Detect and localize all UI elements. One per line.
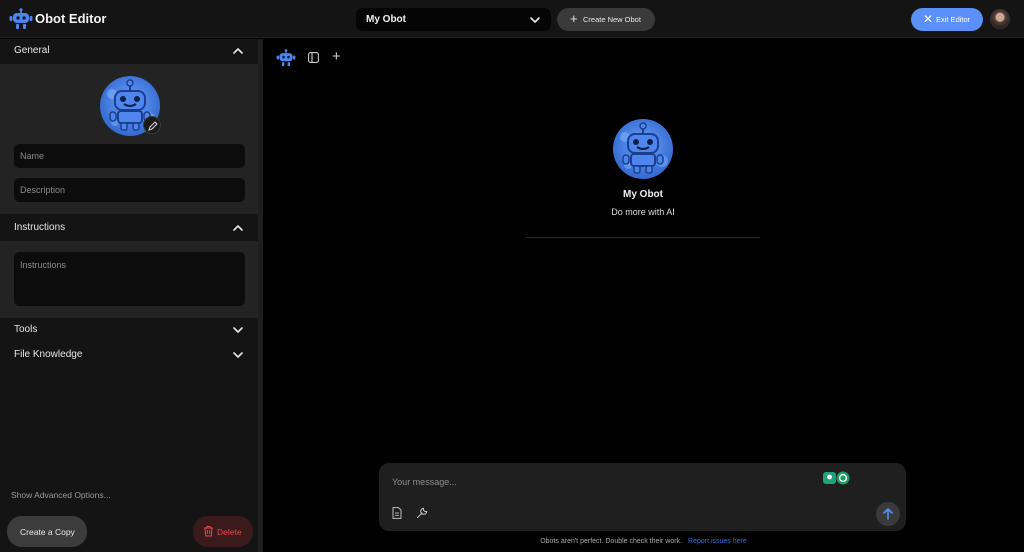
obot-logo-icon bbox=[9, 8, 33, 30]
chevron-up-icon bbox=[232, 45, 244, 57]
description-field[interactable]: Description bbox=[14, 178, 245, 202]
tools-section-header[interactable]: Tools bbox=[0, 318, 258, 343]
send-button[interactable] bbox=[876, 502, 900, 526]
edit-avatar-button[interactable] bbox=[143, 116, 161, 134]
sidebar-panel-icon[interactable] bbox=[308, 52, 319, 63]
general-section-header[interactable]: General bbox=[0, 39, 258, 64]
create-new-obot-label: Create New Obot bbox=[583, 15, 641, 24]
trash-icon bbox=[204, 526, 213, 537]
description-placeholder: Description bbox=[20, 185, 66, 195]
report-issues-link[interactable]: Report issues here bbox=[688, 538, 747, 545]
delete-button[interactable]: Delete bbox=[193, 516, 253, 547]
instructions-section-header[interactable]: Instructions bbox=[0, 216, 258, 241]
top-bar: Obot Editor My Obot + Create New Obot ✕ … bbox=[0, 0, 1024, 38]
chevron-up-icon bbox=[232, 222, 244, 234]
bot-description: Do more with AI bbox=[611, 207, 675, 217]
bot-name: My Obot bbox=[623, 189, 663, 200]
chevron-down-icon bbox=[529, 14, 541, 26]
arrow-up-icon bbox=[883, 508, 893, 520]
obot-selector[interactable]: My Obot bbox=[356, 8, 551, 31]
message-input[interactable]: Your message... bbox=[392, 477, 457, 487]
instructions-textarea[interactable]: Instructions bbox=[14, 252, 245, 306]
disclaimer: Obots aren't perfect. Double check their… bbox=[263, 538, 1024, 545]
delete-label: Delete bbox=[217, 527, 242, 537]
create-new-obot-button[interactable]: + Create New Obot bbox=[557, 8, 655, 31]
name-field[interactable]: Name bbox=[14, 144, 245, 168]
disclaimer-text: Obots aren't perfect. Double check their… bbox=[540, 538, 683, 545]
instructions-placeholder: Instructions bbox=[20, 260, 67, 270]
name-placeholder: Name bbox=[20, 151, 45, 161]
extension-badge-icon[interactable] bbox=[823, 471, 851, 485]
editor-sidebar: General Name Description Instructions In… bbox=[0, 39, 258, 552]
instructions-section-title: Instructions bbox=[14, 222, 66, 233]
divider bbox=[526, 237, 760, 238]
instructions-section-body: Instructions bbox=[0, 241, 258, 318]
obot-logo-icon[interactable] bbox=[276, 49, 296, 67]
user-avatar[interactable] bbox=[990, 9, 1010, 29]
general-section-title: General bbox=[14, 45, 50, 56]
pencil-icon bbox=[148, 121, 158, 131]
document-icon[interactable] bbox=[392, 507, 402, 519]
app-title: Obot Editor bbox=[35, 11, 107, 26]
exit-editor-button[interactable]: ✕ Exit Editor bbox=[911, 8, 983, 31]
plus-icon[interactable]: + bbox=[332, 49, 341, 64]
wrench-icon[interactable] bbox=[416, 507, 428, 519]
chevron-down-icon bbox=[232, 349, 244, 361]
tools-section-title: Tools bbox=[14, 324, 38, 335]
plus-icon: + bbox=[570, 11, 578, 26]
close-icon: ✕ bbox=[923, 12, 934, 26]
chevron-down-icon bbox=[232, 324, 244, 336]
general-section-body: Name Description bbox=[0, 64, 258, 214]
obot-selector-value: My Obot bbox=[366, 14, 406, 25]
obot-avatar bbox=[613, 119, 673, 179]
message-composer[interactable]: Your message... bbox=[379, 463, 906, 531]
create-copy-button[interactable]: Create a Copy bbox=[7, 516, 87, 547]
file-knowledge-section-title: File Knowledge bbox=[14, 349, 83, 360]
file-knowledge-section-header[interactable]: File Knowledge bbox=[0, 343, 258, 368]
chat-preview: + My Obot Do more with AI Your message..… bbox=[263, 39, 1024, 552]
create-copy-label: Create a Copy bbox=[20, 527, 75, 537]
exit-editor-label: Exit Editor bbox=[936, 15, 971, 24]
show-advanced-options-link[interactable]: Show Advanced Options... bbox=[11, 490, 111, 500]
